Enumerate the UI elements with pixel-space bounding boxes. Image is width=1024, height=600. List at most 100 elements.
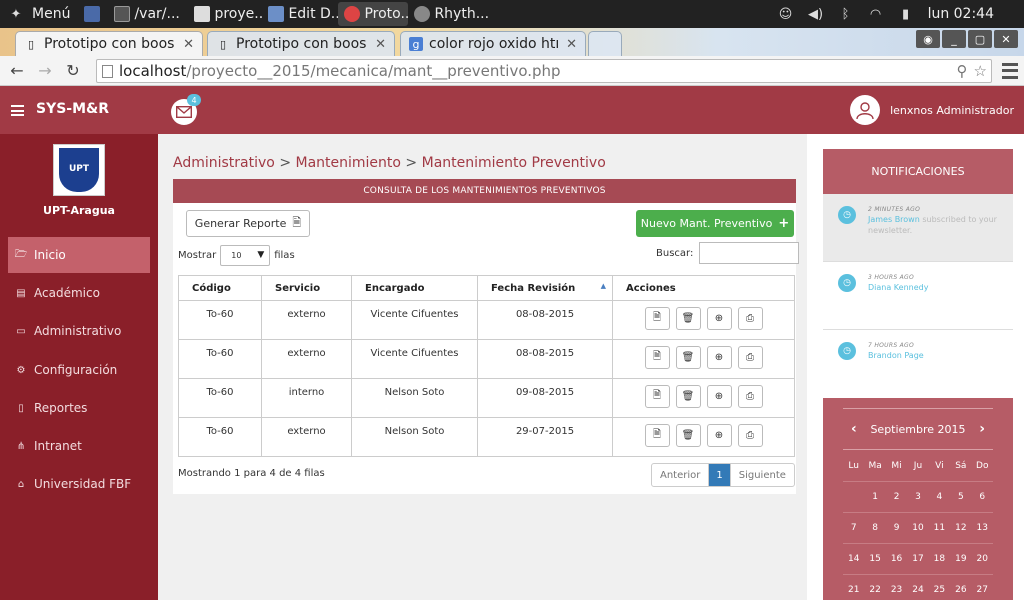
print-button[interactable]: ⎙ <box>737 424 763 447</box>
calendar-day[interactable]: 15 <box>864 544 885 574</box>
hamburger-menu-icon[interactable] <box>11 105 24 116</box>
browser-tab[interactable]: ▯ Prototipo con boos ✕ <box>207 31 395 56</box>
search-icon[interactable]: ⚲ <box>957 62 968 80</box>
calendar-day[interactable]: 19 <box>950 544 971 574</box>
chevron-left-icon[interactable]: ‹ <box>851 421 857 437</box>
reload-icon[interactable]: ↻ <box>59 57 87 85</box>
calendar-day[interactable]: 6 <box>972 482 993 512</box>
user-profile-icon[interactable]: ◉ <box>916 30 940 48</box>
delete-button[interactable]: 🗑 <box>675 385 701 408</box>
notification-item[interactable]: ◷ 2 MINUTES AGO James Brown subscribed t… <box>823 194 1013 262</box>
taskbar-item[interactable]: Edit D... <box>262 2 338 26</box>
column-header-fecha[interactable]: Fecha Revisión ▲ <box>477 275 613 301</box>
calendar-day[interactable]: 14 <box>843 544 864 574</box>
calendar-day[interactable]: 2 <box>886 482 907 512</box>
calendar-day[interactable]: 20 <box>972 544 993 574</box>
calendar-day[interactable]: 22 <box>864 575 885 600</box>
battery-icon[interactable]: ▮ <box>898 6 914 22</box>
notification-item[interactable]: ◷ 3 HOURS AGO Diana Kennedy <box>823 262 1013 330</box>
taskbar-item[interactable]: Proto... <box>338 2 409 26</box>
page-length-select[interactable]: 10 ▼ <box>220 245 271 266</box>
sidebar-item-academico[interactable]: ▤ Académico <box>8 275 150 311</box>
calendar-day[interactable]: 27 <box>972 575 993 600</box>
calendar-day[interactable]: 1 <box>864 482 885 512</box>
calendar-day[interactable]: 24 <box>907 575 928 600</box>
column-header-codigo[interactable]: Código <box>178 275 262 301</box>
view-detail-button[interactable]: 🗎 <box>644 346 670 369</box>
chevron-right-icon[interactable]: › <box>979 421 985 437</box>
close-window-icon[interactable]: ✕ <box>994 30 1018 48</box>
calendar-day[interactable]: 26 <box>950 575 971 600</box>
calendar-day[interactable]: 9 <box>886 513 907 543</box>
view-detail-button[interactable]: 🗎 <box>644 307 670 330</box>
print-button[interactable]: ⎙ <box>737 307 763 330</box>
forward-icon[interactable]: → <box>31 57 59 85</box>
delete-button[interactable]: 🗑 <box>675 307 701 330</box>
generate-report-button[interactable]: Generar Reporte 🗎 <box>186 210 310 237</box>
zoom-button[interactable]: ⊕ <box>706 424 732 447</box>
zoom-button[interactable]: ⊕ <box>706 385 732 408</box>
calendar-day[interactable]: 11 <box>929 513 950 543</box>
page-1-button[interactable]: 1 <box>709 464 731 486</box>
search-input[interactable] <box>699 242 800 264</box>
notification-user[interactable]: James Brown <box>868 215 920 224</box>
user-menu[interactable]: lenxnos Administrador <box>850 95 1014 125</box>
column-header-acciones[interactable]: Acciones <box>612 275 795 301</box>
browser-tab[interactable]: g color rojo oxido htı ✕ <box>400 31 586 56</box>
delete-button[interactable]: 🗑 <box>675 424 701 447</box>
browser-menu-icon[interactable] <box>1002 61 1018 81</box>
new-maintenance-button[interactable]: Nuevo Mant. Preventivo + <box>636 210 794 237</box>
calendar-day[interactable]: 23 <box>886 575 907 600</box>
brand-title[interactable]: SYS-M&R <box>36 101 109 117</box>
volume-icon[interactable]: ◀) <box>808 6 824 22</box>
maximize-icon[interactable]: ▢ <box>968 30 992 48</box>
calendar-day[interactable]: 18 <box>929 544 950 574</box>
calendar-day[interactable]: 12 <box>950 513 971 543</box>
sidebar-item-universidad[interactable]: ⌂ Universidad FBF <box>8 466 150 502</box>
back-icon[interactable]: ← <box>3 57 31 85</box>
zoom-button[interactable]: ⊕ <box>706 346 732 369</box>
print-button[interactable]: ⎙ <box>737 346 763 369</box>
calendar-day[interactable]: 4 <box>929 482 950 512</box>
prev-page-button[interactable]: Anterior <box>652 464 710 486</box>
browser-tab[interactable]: ▯ Prototipo con boos ✕ <box>15 31 203 56</box>
taskbar-item[interactable]: /var/... <box>108 2 188 26</box>
notification-item[interactable]: ◷ 7 HOURS AGO Brandon Page <box>823 330 1013 398</box>
delete-button[interactable]: 🗑 <box>675 346 701 369</box>
notification-user[interactable]: Brandon Page <box>868 351 924 360</box>
calendar-day[interactable]: 25 <box>929 575 950 600</box>
next-page-button[interactable]: Siguiente <box>731 464 794 486</box>
os-menu-button[interactable]: ✦ Menú <box>0 0 78 28</box>
close-tab-icon[interactable]: ✕ <box>562 37 577 52</box>
calendar-day[interactable]: 16 <box>886 544 907 574</box>
sidebar-item-inicio[interactable]: 🗁 Inicio <box>8 237 150 273</box>
sidebar-item-intranet[interactable]: ⋔ Intranet <box>8 428 150 464</box>
calendar-day[interactable]: 8 <box>864 513 885 543</box>
calendar-day[interactable]: 5 <box>950 482 971 512</box>
calendar-day[interactable]: 21 <box>843 575 864 600</box>
wifi-icon[interactable]: ◠ <box>868 6 884 22</box>
taskbar-item[interactable]: Rhyth... <box>408 2 488 26</box>
taskbar-item[interactable] <box>78 2 108 26</box>
breadcrumb-item[interactable]: Administrativo <box>173 155 275 171</box>
column-header-servicio[interactable]: Servicio <box>261 275 352 301</box>
bluetooth-icon[interactable]: ᛒ <box>838 6 854 22</box>
calendar-day[interactable]: 10 <box>907 513 928 543</box>
bookmark-star-icon[interactable]: ☆ <box>974 62 987 80</box>
close-tab-icon[interactable]: ✕ <box>179 37 194 52</box>
view-detail-button[interactable]: 🗎 <box>644 385 670 408</box>
column-header-encargado[interactable]: Encargado <box>351 275 478 301</box>
notification-user[interactable]: Diana Kennedy <box>868 283 928 292</box>
sidebar-item-configuracion[interactable]: ⚙ Configuración <box>8 352 150 388</box>
new-tab-button[interactable] <box>588 31 622 56</box>
breadcrumb-item[interactable]: Mantenimiento <box>296 155 401 171</box>
sidebar-item-administrativo[interactable]: ▭ Administrativo <box>8 313 150 349</box>
calendar-day[interactable]: 7 <box>843 513 864 543</box>
close-tab-icon[interactable]: ✕ <box>371 37 386 52</box>
taskbar-item[interactable]: proye... <box>188 2 262 26</box>
print-button[interactable]: ⎙ <box>737 385 763 408</box>
calendar-day[interactable]: 17 <box>907 544 928 574</box>
accessibility-icon[interactable]: ☺ <box>778 6 794 22</box>
calendar-day[interactable]: 13 <box>972 513 993 543</box>
view-detail-button[interactable]: 🗎 <box>644 424 670 447</box>
